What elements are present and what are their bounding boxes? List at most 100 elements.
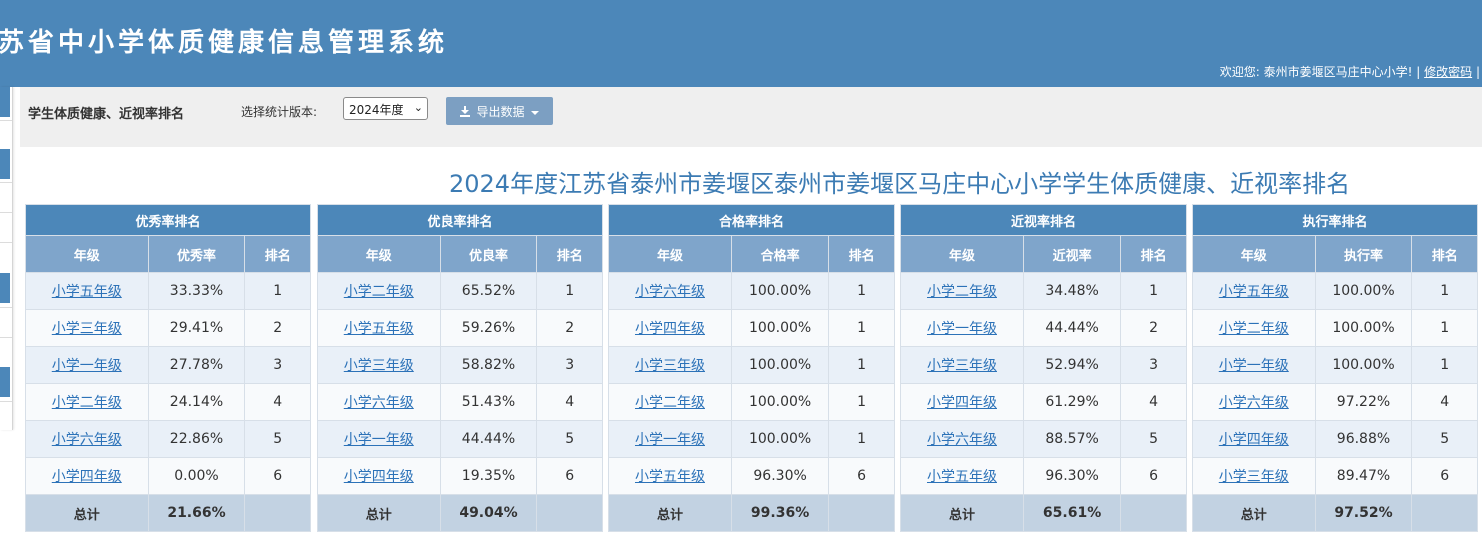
total-empty-cell — [828, 494, 895, 532]
grade-link[interactable]: 小学五年级 — [927, 469, 997, 485]
column-header: 优良率 — [439, 235, 538, 273]
grade-link[interactable]: 小学二年级 — [344, 284, 414, 300]
grade-link[interactable]: 小学五年级 — [1219, 284, 1289, 300]
grade-link[interactable]: 小学六年级 — [1219, 395, 1289, 411]
total-empty-cell — [1411, 494, 1478, 532]
grade-cell: 小学三年级 — [608, 346, 732, 384]
rate-cell: 97.22% — [1314, 383, 1413, 421]
ranking-table: 近视率排名 年级 近视率 排名 小学二年级 34.48% 1 小学一年级 44.44% 2 小学三年… — [900, 204, 1187, 532]
rank-cell: 6 — [244, 457, 311, 495]
rank-cell: 1 — [828, 309, 895, 347]
rank-cell: 4 — [1120, 383, 1187, 421]
grade-link[interactable]: 小学一年级 — [927, 321, 997, 337]
grade-cell: 小学四年级 — [317, 457, 441, 495]
grade-cell: 小学三年级 — [25, 309, 149, 347]
grade-link[interactable]: 小学二年级 — [635, 395, 705, 411]
grade-link[interactable]: 小学四年级 — [927, 395, 997, 411]
rank-cell: 5 — [1120, 420, 1187, 458]
table-row: 小学六年级 100.00% 1 — [608, 272, 895, 310]
rank-cell: 4 — [536, 383, 603, 421]
table-row: 小学二年级 24.14% 4 — [25, 383, 311, 421]
grade-link[interactable]: 小学二年级 — [1219, 321, 1289, 337]
table-caption: 优良率排名 — [317, 204, 603, 236]
grade-cell: 小学四年级 — [900, 383, 1024, 421]
total-label: 总计 — [900, 494, 1024, 532]
sidebar-item[interactable] — [0, 87, 10, 117]
table-row: 小学六年级 88.57% 5 — [900, 420, 1187, 458]
column-header: 近视率 — [1022, 235, 1122, 273]
sidebar-item[interactable] — [0, 149, 10, 179]
ranking-table: 执行率排名 年级 执行率 排名 小学五年级 100.00% 1 小学二年级 100.00% 1 小学… — [1192, 204, 1478, 532]
grade-cell: 小学一年级 — [25, 346, 149, 384]
system-title: 苏省中小学体质健康信息管理系统 — [0, 28, 449, 58]
grade-link[interactable]: 小学一年级 — [52, 358, 122, 374]
grade-link[interactable]: 小学六年级 — [344, 395, 414, 411]
grade-cell: 小学五年级 — [900, 457, 1024, 495]
rate-cell: 33.33% — [147, 272, 246, 310]
grade-link[interactable]: 小学五年级 — [52, 284, 122, 300]
column-header: 排名 — [1411, 235, 1478, 273]
change-password-link[interactable]: 修改密码 — [1424, 65, 1472, 79]
rate-cell: 0.00% — [147, 457, 246, 495]
grade-link[interactable]: 小学六年级 — [52, 432, 122, 448]
grade-link[interactable]: 小学四年级 — [52, 469, 122, 485]
rank-cell: 1 — [1411, 346, 1478, 384]
grade-link[interactable]: 小学三年级 — [635, 358, 705, 374]
grade-link[interactable]: 小学二年级 — [52, 395, 122, 411]
grade-link[interactable]: 小学五年级 — [344, 321, 414, 337]
sidebar-item[interactable] — [0, 273, 10, 303]
sidebar-divider — [0, 212, 12, 213]
grade-link[interactable]: 小学六年级 — [635, 284, 705, 300]
column-header: 执行率 — [1314, 235, 1413, 273]
column-header: 年级 — [1192, 235, 1316, 273]
sidebar-divider — [0, 120, 12, 121]
version-selected-value: 2024年度 — [349, 103, 404, 117]
grade-link[interactable]: 小学一年级 — [1219, 358, 1289, 374]
total-row: 总计 97.52% — [1192, 494, 1478, 532]
grade-cell: 小学二年级 — [317, 272, 441, 310]
table-row: 小学五年级 100.00% 1 — [1192, 272, 1478, 310]
grade-cell: 小学六年级 — [25, 420, 149, 458]
table-row: 小学三年级 29.41% 2 — [25, 309, 311, 347]
export-data-button[interactable]: 导出数据 — [446, 97, 553, 125]
rank-cell: 6 — [1411, 457, 1478, 495]
table-row: 小学四年级 0.00% 6 — [25, 457, 311, 495]
grade-link[interactable]: 小学五年级 — [635, 469, 705, 485]
version-select[interactable]: 2024年度 ⌄ — [343, 97, 428, 120]
rate-cell: 96.30% — [1022, 457, 1122, 495]
grade-link[interactable]: 小学三年级 — [52, 321, 122, 337]
table-row: 小学四年级 96.88% 5 — [1192, 420, 1478, 458]
rank-cell: 1 — [1411, 272, 1478, 310]
rank-cell: 4 — [244, 383, 311, 421]
table-row: 小学五年级 59.26% 2 — [317, 309, 603, 347]
grade-link[interactable]: 小学四年级 — [344, 469, 414, 485]
grade-link[interactable]: 小学三年级 — [1219, 469, 1289, 485]
grade-link[interactable]: 小学四年级 — [635, 321, 705, 337]
table-row: 小学二年级 100.00% 1 — [1192, 309, 1478, 347]
grade-link[interactable]: 小学六年级 — [927, 432, 997, 448]
rate-cell: 19.35% — [439, 457, 538, 495]
grade-cell: 小学五年级 — [25, 272, 149, 310]
rate-cell: 96.88% — [1314, 420, 1413, 458]
grade-cell: 小学四年级 — [1192, 420, 1316, 458]
sidebar-item[interactable] — [0, 367, 10, 397]
total-row: 总计 49.04% — [317, 494, 603, 532]
grade-cell: 小学三年级 — [900, 346, 1024, 384]
page-title: 学生体质健康、近视率排名 — [28, 107, 185, 122]
grade-link[interactable]: 小学二年级 — [927, 284, 997, 300]
table-row: 小学三年级 100.00% 1 — [608, 346, 895, 384]
table-row: 小学四年级 19.35% 6 — [317, 457, 603, 495]
table-row: 小学五年级 96.30% 6 — [900, 457, 1187, 495]
grade-cell: 小学二年级 — [25, 383, 149, 421]
grade-link[interactable]: 小学三年级 — [927, 358, 997, 374]
rank-cell: 5 — [1411, 420, 1478, 458]
rate-cell: 100.00% — [730, 272, 830, 310]
column-header: 排名 — [244, 235, 311, 273]
grade-link[interactable]: 小学三年级 — [344, 358, 414, 374]
column-header: 合格率 — [730, 235, 830, 273]
user-bar-separator: | — [1416, 65, 1421, 79]
grade-link[interactable]: 小学一年级 — [344, 432, 414, 448]
grade-link[interactable]: 小学四年级 — [1219, 432, 1289, 448]
toolbar: 学生体质健康、近视率排名 选择统计版本: 2024年度 ⌄ 导出数据 — [20, 87, 1482, 147]
grade-link[interactable]: 小学一年级 — [635, 432, 705, 448]
